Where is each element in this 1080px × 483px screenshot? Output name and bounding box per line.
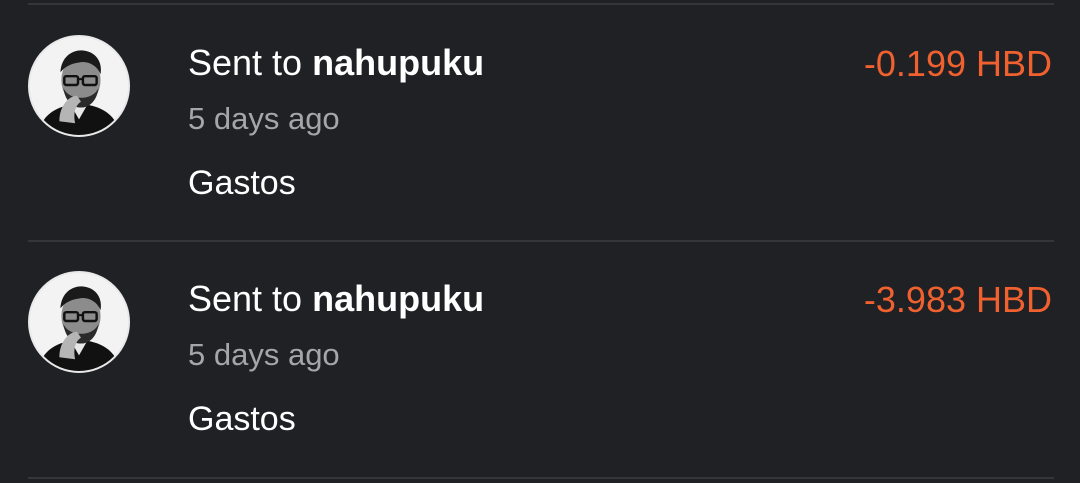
transaction-timestamp: 5 days ago	[188, 337, 340, 372]
user-avatar-icon[interactable]	[28, 35, 130, 137]
transaction-memo: Gastos	[188, 164, 296, 202]
recipient-username[interactable]: nahupuku	[312, 42, 484, 83]
transaction-title: Sent to nahupuku	[188, 43, 484, 83]
transaction-list: Sent to nahupuku 5 days ago Gastos -0.19…	[0, 0, 1080, 483]
transaction-timestamp: 5 days ago	[188, 101, 340, 136]
recipient-username[interactable]: nahupuku	[312, 278, 484, 319]
transaction-prefix: Sent to	[188, 42, 303, 83]
divider	[28, 477, 1054, 479]
transaction-prefix: Sent to	[188, 278, 303, 319]
transaction-amount: -3.983 HBD	[863, 279, 1052, 320]
transaction-item[interactable]: Sent to nahupuku 5 days ago Gastos -3.98…	[0, 241, 1080, 477]
transaction-memo: Gastos	[188, 400, 296, 438]
transaction-item[interactable]: Sent to nahupuku 5 days ago Gastos -0.19…	[0, 4, 1080, 240]
transaction-amount: -0.199 HBD	[863, 43, 1052, 84]
transaction-title: Sent to nahupuku	[188, 279, 484, 319]
user-avatar-icon[interactable]	[28, 271, 130, 373]
